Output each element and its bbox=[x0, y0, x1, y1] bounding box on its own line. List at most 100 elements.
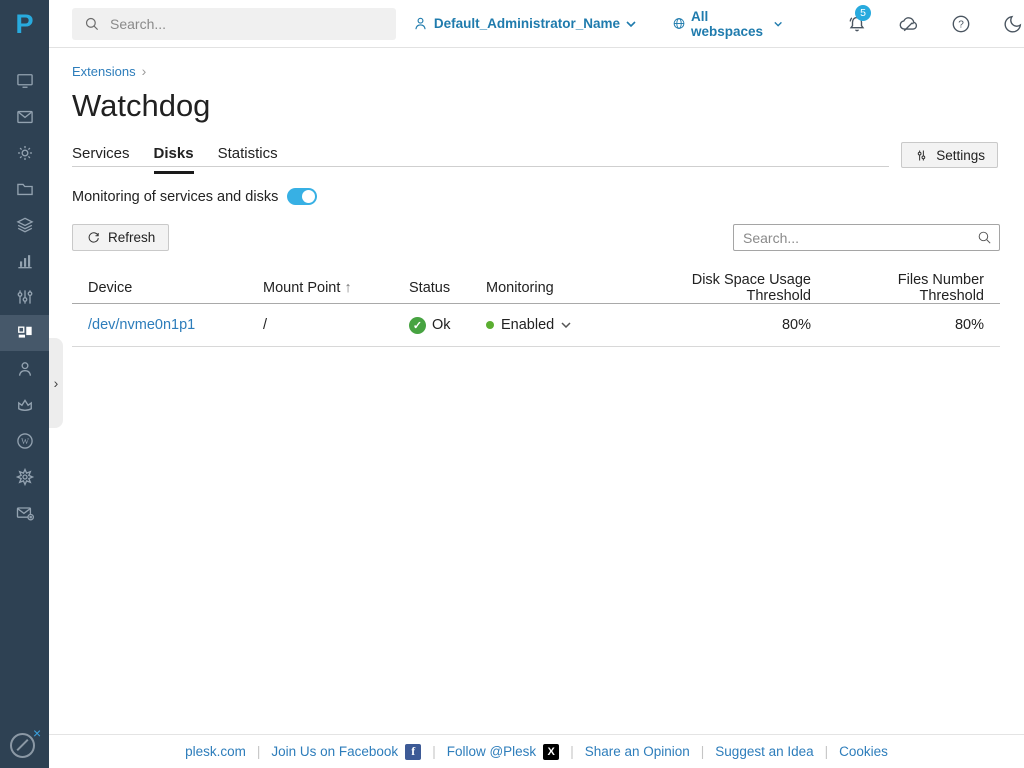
monitoring-toggle[interactable] bbox=[287, 188, 317, 205]
sidebar-item-subscriptions[interactable] bbox=[0, 387, 49, 423]
sidebar-item-wordpress[interactable]: W bbox=[0, 423, 49, 459]
settings-button-label: Settings bbox=[936, 148, 985, 163]
chevron-right-icon: › bbox=[54, 375, 59, 391]
user-icon bbox=[15, 359, 35, 379]
disks-table: Device Mount Point↑ Status Monitoring Di… bbox=[72, 272, 1000, 347]
assistant-icon[interactable] bbox=[10, 733, 35, 758]
column-header-device[interactable]: Device bbox=[72, 280, 247, 296]
sidebar-item-mail-security[interactable] bbox=[0, 495, 49, 531]
topbar-right: Default_Administrator_Name All webspaces… bbox=[412, 9, 1024, 39]
column-header-monitoring[interactable]: Monitoring bbox=[470, 280, 613, 296]
global-search-input[interactable] bbox=[72, 8, 396, 40]
footer-link-facebook[interactable]: Join Us on Facebookf bbox=[271, 744, 421, 760]
plesk-watchdog-screen: P bbox=[0, 0, 1024, 768]
sidebar-nav: W bbox=[0, 63, 49, 531]
sidebar-item-websites[interactable] bbox=[0, 63, 49, 99]
settings-button[interactable]: Settings bbox=[901, 142, 998, 168]
sidebar-item-settings[interactable] bbox=[0, 135, 49, 171]
footer-link-twitter[interactable]: Follow @PleskX bbox=[447, 744, 559, 760]
sidebar-item-tools[interactable] bbox=[0, 279, 49, 315]
breadcrumb-separator: › bbox=[142, 63, 147, 79]
help-button[interactable]: ? bbox=[950, 13, 972, 35]
main-content: Extensions › Watchdog Services Disks Sta… bbox=[72, 48, 1000, 347]
x-icon: X bbox=[543, 744, 559, 760]
plesk-logo[interactable]: P bbox=[0, 0, 49, 48]
footer-link-opinion[interactable]: Share an Opinion bbox=[585, 744, 690, 759]
sidebar-expand-handle[interactable]: › bbox=[49, 338, 63, 428]
user-menu[interactable]: Default_Administrator_Name bbox=[412, 15, 636, 32]
sidebar-item-users[interactable] bbox=[0, 351, 49, 387]
list-toolbar: Refresh bbox=[72, 224, 1000, 251]
breadcrumb-extensions-link[interactable]: Extensions bbox=[72, 64, 136, 79]
webspaces-label: All webspaces bbox=[691, 9, 768, 39]
footer: plesk.com | Join Us on Facebookf | Follo… bbox=[49, 734, 1024, 768]
footer-link-plesk[interactable]: plesk.com bbox=[185, 744, 246, 759]
user-icon bbox=[412, 15, 429, 32]
status-cell: ✓ Ok bbox=[393, 317, 470, 334]
tab-disks[interactable]: Disks bbox=[154, 145, 194, 174]
disk-threshold-cell: 80% bbox=[613, 317, 827, 333]
user-name: Default_Administrator_Name bbox=[434, 16, 620, 31]
table-header-row: Device Mount Point↑ Status Monitoring Di… bbox=[72, 272, 1000, 304]
footer-link-idea[interactable]: Suggest an Idea bbox=[715, 744, 813, 759]
notifications-button[interactable]: 5 bbox=[846, 13, 868, 35]
sort-asc-icon: ↑ bbox=[344, 280, 351, 296]
global-search bbox=[72, 8, 396, 40]
footer-separator: | bbox=[432, 744, 436, 759]
column-header-disk-threshold[interactable]: Disk Space Usage Threshold bbox=[613, 272, 827, 304]
close-icon[interactable]: × bbox=[33, 726, 41, 740]
mount-point-cell: / bbox=[247, 317, 393, 333]
notifications-badge: 5 bbox=[855, 5, 871, 21]
sidebar-item-files[interactable] bbox=[0, 171, 49, 207]
footer-separator: | bbox=[257, 744, 261, 759]
monitor-icon bbox=[15, 71, 35, 91]
footer-separator: | bbox=[825, 744, 829, 759]
topbar: Default_Administrator_Name All webspaces… bbox=[49, 0, 1024, 48]
extensions-icon bbox=[15, 323, 35, 343]
mail-icon bbox=[15, 107, 35, 127]
column-header-status[interactable]: Status bbox=[393, 280, 470, 296]
status-ok-icon: ✓ bbox=[409, 317, 426, 334]
search-icon bbox=[976, 229, 993, 246]
sidebar-item-extensions[interactable] bbox=[0, 315, 49, 351]
list-search-input[interactable] bbox=[733, 224, 1000, 251]
files-threshold-cell: 80% bbox=[827, 317, 1000, 333]
dark-mode-button[interactable] bbox=[1002, 13, 1024, 35]
sidebar-item-databases[interactable] bbox=[0, 207, 49, 243]
tab-services[interactable]: Services bbox=[72, 145, 130, 174]
footer-link-cookies[interactable]: Cookies bbox=[839, 744, 888, 759]
chevron-down-icon bbox=[774, 21, 782, 27]
promo-widget: × bbox=[0, 728, 49, 762]
sliders-icon bbox=[15, 287, 35, 307]
toggle-knob bbox=[302, 190, 315, 203]
column-header-mount-point[interactable]: Mount Point↑ bbox=[247, 280, 393, 296]
wordpress-icon: W bbox=[15, 431, 35, 451]
device-link[interactable]: /dev/nvme0n1p1 bbox=[88, 317, 195, 333]
svg-text:?: ? bbox=[958, 19, 964, 30]
tab-statistics[interactable]: Statistics bbox=[218, 145, 278, 174]
sidebar-item-statistics[interactable] bbox=[0, 243, 49, 279]
footer-separator: | bbox=[701, 744, 705, 759]
tabs-row: Services Disks Statistics Settings bbox=[72, 145, 1000, 168]
webspaces-menu[interactable]: All webspaces bbox=[672, 9, 782, 39]
help-icon: ? bbox=[950, 13, 972, 35]
sidebar-item-seo[interactable] bbox=[0, 459, 49, 495]
refresh-button[interactable]: Refresh bbox=[72, 224, 169, 251]
seo-flower-icon bbox=[15, 467, 35, 487]
table-row: /dev/nvme0n1p1 / ✓ Ok Enabled 80% 80% bbox=[72, 304, 1000, 347]
monitoring-toggle-label: Monitoring of services and disks bbox=[72, 189, 278, 205]
search-icon bbox=[83, 15, 101, 33]
device-cell: /dev/nvme0n1p1 bbox=[72, 317, 247, 333]
sidebar: P bbox=[0, 0, 49, 768]
column-header-files-threshold[interactable]: Files Number Threshold bbox=[827, 272, 1000, 304]
feedback-button[interactable] bbox=[898, 13, 920, 35]
chevron-down-icon bbox=[626, 21, 636, 27]
mail-block-icon bbox=[15, 503, 35, 523]
list-search bbox=[733, 224, 1000, 251]
refresh-icon bbox=[86, 230, 101, 245]
tabs: Services Disks Statistics bbox=[72, 145, 1000, 174]
chevron-down-icon bbox=[561, 322, 571, 328]
topbar-icons: 5 ? bbox=[816, 13, 1024, 35]
sidebar-item-mail[interactable] bbox=[0, 99, 49, 135]
monitoring-dropdown[interactable]: Enabled bbox=[486, 317, 571, 333]
